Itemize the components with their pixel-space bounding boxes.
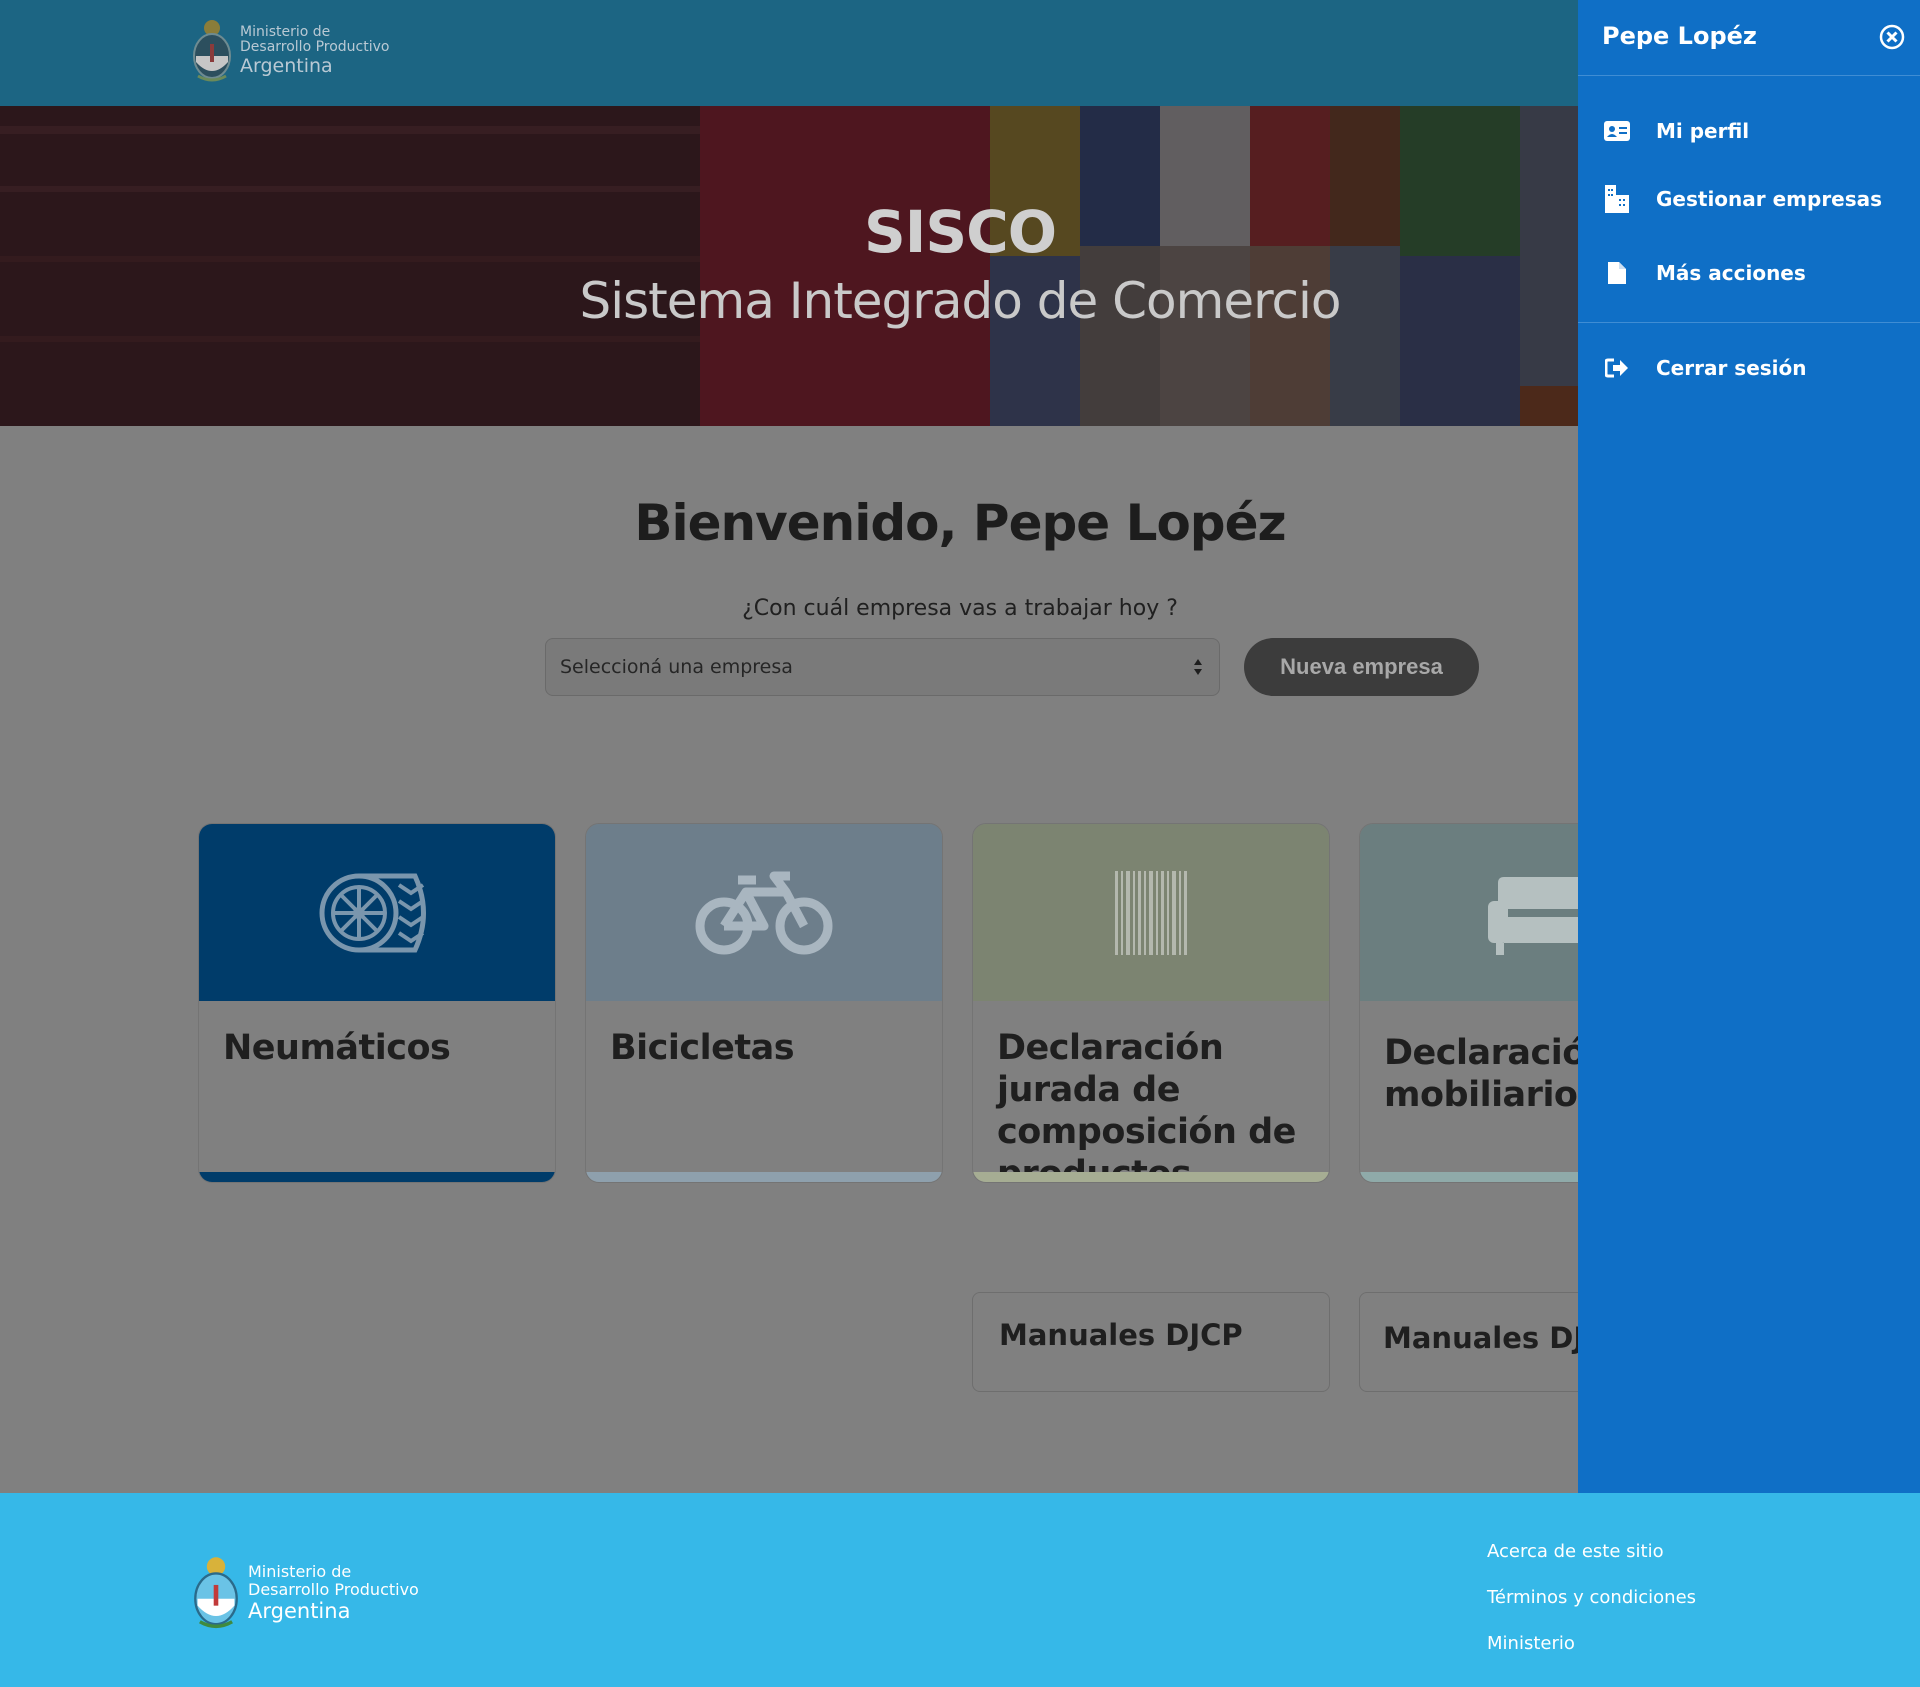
coat-of-arms-icon (193, 20, 231, 82)
logo-line-3: Argentina (248, 1598, 351, 1623)
card-neumaticos[interactable]: Neumáticos (198, 823, 556, 1183)
document-icon (1604, 260, 1630, 286)
ministry-logo[interactable]: Ministerio de Desarrollo Productivo Arge… (190, 18, 389, 84)
logo-line-1: Ministerio de (248, 1562, 352, 1582)
panel-item-label: Cerrar sesión (1656, 356, 1807, 380)
panel-item-label: Mi perfil (1656, 119, 1750, 143)
company-select[interactable]: Seleccioná una empresa (545, 638, 1220, 696)
footer-ministry-logo[interactable]: Ministerio de Desarrollo Productivo Arge… (190, 1555, 419, 1631)
id-card-icon (1604, 118, 1630, 144)
panel-item-gestionar-empresas[interactable]: Gestionar empresas (1604, 185, 1883, 213)
new-company-button[interactable]: Nueva empresa (1244, 638, 1479, 696)
logo-line-2: Desarrollo Productivo (240, 39, 390, 56)
manual-djcp[interactable]: Manuales DJCP (972, 1292, 1330, 1392)
card-label: Declaración jurada de composición de pro… (997, 1028, 1296, 1183)
select-arrows-icon (1194, 659, 1202, 675)
card-header (199, 824, 555, 1001)
panel-item-cerrar-sesion[interactable]: Cerrar sesión (1604, 355, 1807, 381)
card-declaracion-jurada[interactable]: Declaración jurada de composición de pro… (972, 823, 1330, 1183)
card-label: Bicicletas (610, 1028, 795, 1068)
panel-item-mi-perfil[interactable]: Mi perfil (1604, 118, 1749, 144)
card-label: Neumáticos (223, 1028, 451, 1068)
footer-links: Acerca de este sitio Términos y condicio… (1487, 1541, 1696, 1679)
footer-link-about[interactable]: Acerca de este sitio (1487, 1541, 1696, 1587)
panel-item-label: Gestionar empresas (1656, 187, 1883, 211)
panel-item-mas-acciones[interactable]: Más acciones (1604, 260, 1806, 286)
panel-divider (1578, 75, 1920, 76)
logo-line-3: Argentina (240, 55, 333, 78)
panel-item-label: Más acciones (1656, 261, 1806, 285)
card-header (973, 824, 1329, 1001)
card-bicicletas[interactable]: Bicicletas (585, 823, 943, 1183)
tire-icon (319, 873, 426, 952)
footer-link-ministry[interactable]: Ministerio (1487, 1633, 1696, 1679)
barcode-icon (1115, 870, 1187, 955)
sign-out-icon (1604, 355, 1630, 381)
card-header (586, 824, 942, 1001)
coat-of-arms-icon (194, 1557, 238, 1629)
logo-line-2: Desarrollo Productivo (248, 1579, 419, 1599)
manual-label: Manuales DJCP (999, 1318, 1243, 1352)
bicycle-icon (695, 871, 833, 954)
company-select-value: Seleccioná una empresa (560, 656, 793, 678)
panel-divider (1578, 322, 1920, 323)
footer-link-terms[interactable]: Términos y condiciones (1487, 1587, 1696, 1633)
user-side-panel: Pepe Lopéz Mi perfil Gestionar empresas … (1578, 0, 1920, 1493)
logo-line-1: Ministerio de (240, 23, 331, 40)
site-footer: Ministerio de Desarrollo Productivo Arge… (0, 1493, 1920, 1687)
panel-user-name: Pepe Lopéz (1602, 22, 1757, 50)
buildings-icon (1604, 185, 1630, 213)
close-icon[interactable] (1879, 24, 1905, 50)
